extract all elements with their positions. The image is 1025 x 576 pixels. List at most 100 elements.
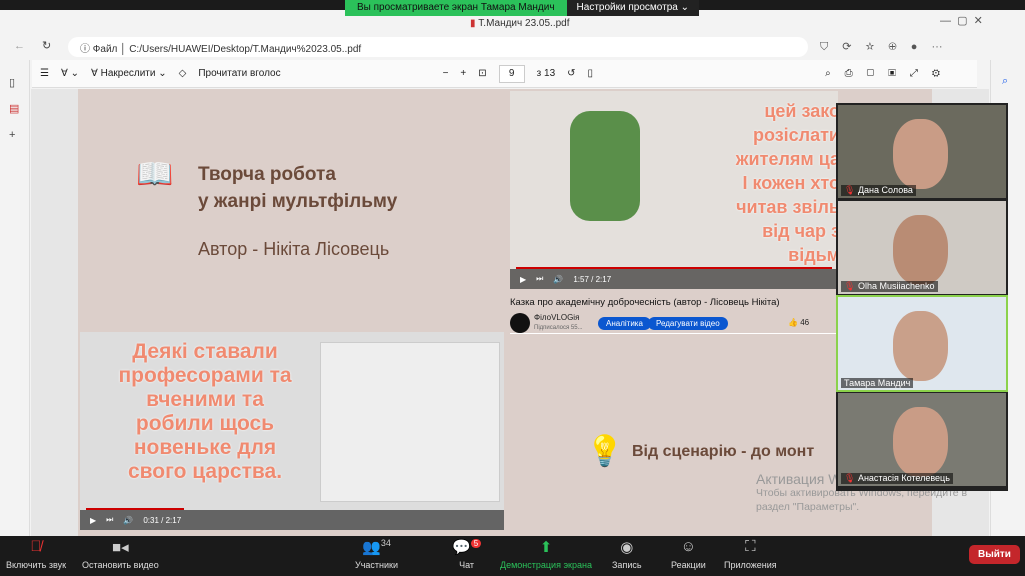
zoom-out-button[interactable]: − xyxy=(443,68,449,79)
participant-tile[interactable]: 🎙 Дана Солова xyxy=(838,105,1006,198)
participant-name-text: Тамара Мандич xyxy=(844,378,911,388)
draw-label: Накреслити xyxy=(100,68,156,79)
share-banner-text: Вы просматриваете экран Тамара Мандич xyxy=(345,0,567,16)
draw-button[interactable]: ∀ Накреслити ⌄ xyxy=(91,68,167,79)
edit-video-button[interactable]: Редагувати відео xyxy=(648,317,728,330)
slide-title-line1: Творча робота xyxy=(198,164,336,185)
video2-controls: ▶ ⏭ 🔊 0:31 / 2:17 xyxy=(80,510,504,530)
participant-name: Тамара Мандич xyxy=(841,378,914,388)
overlay-line: вченими та xyxy=(146,388,264,411)
overlay-line: робили щось xyxy=(135,412,275,435)
share-screen-button[interactable]: ⬆ Демонстрация экрана xyxy=(500,538,592,570)
chat-button[interactable]: 💬 5 Чат xyxy=(452,538,482,570)
pdf-icon: ▮ xyxy=(470,18,476,29)
record-label: Запись xyxy=(612,560,642,570)
page-view-icon[interactable]: ▯ xyxy=(588,68,594,79)
unmute-button[interactable]: 🎙̸ Включить звук xyxy=(6,538,66,570)
apps-button[interactable]: ⛶ Приложения xyxy=(724,538,777,570)
zoom-in-button[interactable]: + xyxy=(460,68,466,79)
channel-name[interactable]: ФілоVLOGія xyxy=(534,313,579,322)
page-number-input[interactable]: 9 xyxy=(498,64,525,83)
participants-button[interactable]: 👥34 Участники xyxy=(355,538,398,570)
volume-icon[interactable]: 🔊 xyxy=(553,275,563,284)
sidebar-icons[interactable]: ▯ ▤ + xyxy=(9,70,20,148)
window-controls[interactable]: — ▢ ✕ xyxy=(940,14,983,27)
participant-tile[interactable]: 🎙 Анастасія Котелевець xyxy=(838,393,1006,486)
stop-video-button[interactable]: ■◂ Остановить видео xyxy=(82,538,159,570)
play-icon[interactable]: ▶ xyxy=(520,275,526,284)
watermark-line2: раздел "Параметры". xyxy=(756,501,860,513)
overlay-line: відьм xyxy=(788,245,840,265)
pdf-slide: 📖 Творча робота у жанрі мультфільму Авто… xyxy=(78,89,932,536)
search-icon[interactable]: ⌕ xyxy=(1002,66,1014,96)
overlay-line: від чар з xyxy=(762,221,840,241)
play-icon[interactable]: ▶ xyxy=(90,516,96,525)
muted-mic-icon: 🎙 xyxy=(844,473,856,483)
channel-subs: Підписалося 55... xyxy=(534,325,583,331)
reactions-icon: ☺ xyxy=(680,538,697,555)
pdf-right-tools[interactable]: ⌕⎙▢▣⤢⚙ xyxy=(825,68,954,79)
video2-overlay: Деякі ставали професорами та вченими та … xyxy=(105,340,305,484)
camera-icon: ■◂ xyxy=(112,539,129,556)
record-icon: ◉ xyxy=(620,539,634,556)
pdf-toolbar: ☰ ∀ ⌄ ∀ Накреслити ⌄ ◇ Прочитати вголос … xyxy=(32,60,977,88)
slide-title-line2: у жанрі мультфільму xyxy=(198,191,398,212)
participant-name: 🎙 Olha Musiiachenko xyxy=(841,281,938,292)
read-aloud-button[interactable]: Прочитати вголос xyxy=(198,68,280,79)
channel-avatar[interactable] xyxy=(510,313,530,333)
like-button[interactable]: 👍 46 xyxy=(788,318,809,327)
overlay-line: читав звіль xyxy=(736,197,840,217)
browser-toolbar-icons[interactable]: ⛉⟳☆⊕●⋯ xyxy=(820,40,956,54)
reactions-button[interactable]: ☺ Реакции xyxy=(671,538,706,570)
record-button[interactable]: ◉ Запись xyxy=(612,538,642,570)
tab-title-text: Т.Мандич 23.05..pdf xyxy=(478,18,570,29)
video-gallery: 🎙 Дана Солова 🎙 Olha Musiiachenko Тамара… xyxy=(836,103,1008,491)
muted-mic-icon: 🎙 xyxy=(844,281,856,291)
contents-icon[interactable]: ☰ xyxy=(40,68,49,79)
video1-title[interactable]: Казка про академічну доброчесність (авто… xyxy=(510,297,780,308)
reload-button[interactable]: ↻ xyxy=(42,39,51,52)
like-count: 46 xyxy=(800,318,810,327)
participant-tile-active[interactable]: Тамара Мандич xyxy=(836,295,1008,392)
video1-controls: ▶ ⏭ 🔊 1:57 / 2:17 xyxy=(510,269,838,289)
participant-name-text: Анастасія Котелевець xyxy=(857,473,950,483)
cartoon-image xyxy=(570,111,640,221)
slide-author: Автор - Нікіта Лісовець xyxy=(198,239,390,259)
overlay-line: І кожен хто xyxy=(742,173,840,193)
share-label: Демонстрация экрана xyxy=(500,560,592,570)
tab-title: ▮ Т.Мандич 23.05..pdf xyxy=(470,18,570,29)
muted-mic-icon: 🎙̸ xyxy=(30,538,42,555)
view-settings-label: Настройки просмотра xyxy=(576,2,678,13)
overlay-line: новеньке для xyxy=(133,436,277,459)
rotate-icon[interactable]: ↺ xyxy=(567,68,575,79)
video2-time: 0:31 / 2:17 xyxy=(143,515,182,525)
participant-tile[interactable]: 🎙 Olha Musiiachenko xyxy=(838,201,1006,294)
video-player-1[interactable]: цей зако розіслати жителям ца І кожен хт… xyxy=(510,91,840,289)
highlight-icon[interactable]: ∀ ⌄ xyxy=(61,68,79,79)
video-player-2[interactable]: Деякі ставали професорами та вченими та … xyxy=(80,332,504,530)
share-icon: ⬆ xyxy=(539,539,553,556)
overlay-line: цей зако xyxy=(764,101,840,121)
overlay-line: професорами та xyxy=(118,364,292,387)
volume-icon[interactable]: 🔊 xyxy=(123,516,133,525)
share-banner: Вы просматриваете экран Тамара Мандич На… xyxy=(345,0,699,16)
next-icon[interactable]: ⏭ xyxy=(106,515,113,525)
leave-button[interactable]: Выйти xyxy=(969,545,1020,564)
overlay-line: жителям ца xyxy=(735,149,840,169)
muted-mic-icon: 🎙 xyxy=(844,185,856,195)
video1-overlay: цей зако розіслати жителям ца І кожен хт… xyxy=(680,99,840,267)
chat-icon: 💬 5 xyxy=(452,538,482,560)
view-settings-button[interactable]: Настройки просмотра ⌄ xyxy=(566,0,699,16)
address-bar[interactable]: ⓘ Файл │ C:/Users/HUAWEI/Desktop/Т.Манди… xyxy=(68,37,808,57)
participant-name: 🎙 Дана Солова xyxy=(841,185,916,196)
next-icon[interactable]: ⏭ xyxy=(536,274,543,284)
back-button[interactable]: ← xyxy=(14,40,25,52)
eraser-icon[interactable]: ◇ xyxy=(179,68,187,79)
lab-illustration xyxy=(320,342,500,502)
analytics-button[interactable]: Аналітика xyxy=(598,317,651,330)
participant-video xyxy=(893,407,948,477)
participant-name-text: Дана Солова xyxy=(857,185,913,195)
apps-label: Приложения xyxy=(724,560,777,570)
address-url: C:/Users/HUAWEI/Desktop/Т.Мандич%2023.05… xyxy=(129,44,362,55)
fit-page-icon[interactable]: ⊡ xyxy=(478,68,486,79)
